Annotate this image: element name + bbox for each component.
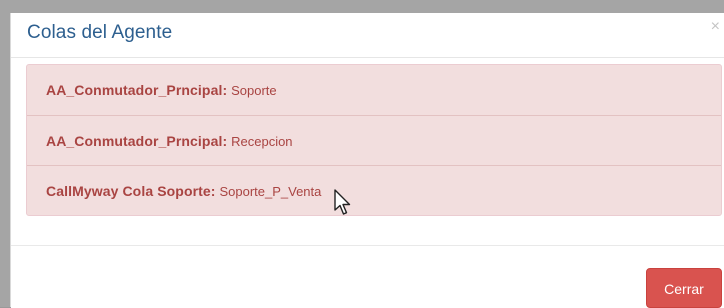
queue-list-alert: AA_Conmutador_Prncipal: Soporte AA_Conmu… [26,64,722,216]
queue-item: CallMyway Cola Soporte: Soporte_P_Venta [27,165,721,215]
dialog-title: Colas del Agente [27,22,173,43]
queue-item: AA_Conmutador_Prncipal: Soporte [27,65,721,115]
queue-name: AA_Conmutador_Prncipal: [46,133,228,149]
dialog-header: Colas del Agente × [11,13,724,58]
queue-value: Soporte [231,83,277,98]
queue-name: AA_Conmutador_Prncipal: [46,82,228,98]
queue-value: Recepcion [231,134,293,149]
close-icon[interactable]: × [711,19,720,35]
queue-item: AA_Conmutador_Prncipal: Recepcion [27,115,721,165]
dialog-footer: Cerrar [11,245,724,308]
dialog-body: AA_Conmutador_Prncipal: Soporte AA_Conmu… [11,58,724,244]
agent-queues-dialog: Colas del Agente × AA_Conmutador_Prncipa… [10,13,724,308]
queue-name: CallMyway Cola Soporte: [46,183,216,199]
close-button[interactable]: Cerrar [646,268,722,308]
mouse-pointer-icon [334,189,351,215]
queue-value: Soporte_P_Venta [219,184,322,199]
